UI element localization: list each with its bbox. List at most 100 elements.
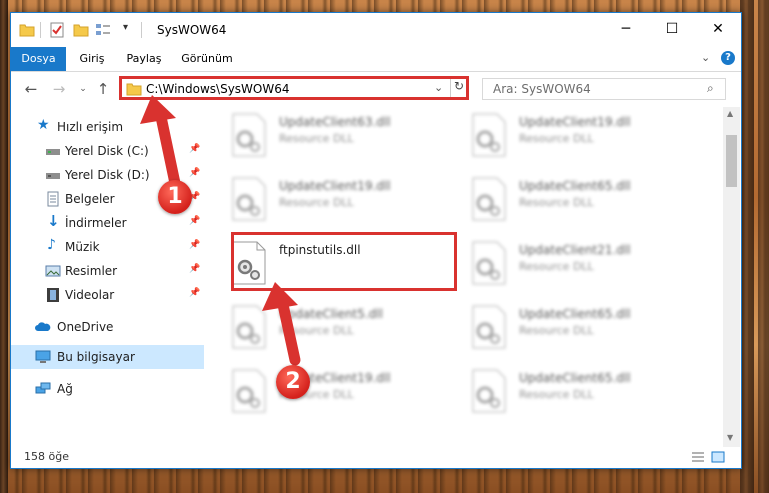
sidebar-item-label: Videolar [65,288,115,302]
tab-file[interactable]: Dosya [11,47,66,71]
sidebar-item-onedrive[interactable]: OneDrive [11,315,204,339]
sidebar-item-label: Ağ [57,382,73,396]
cloud-icon [35,322,51,331]
file-type: Resource DLL [519,132,594,145]
recent-locations-icon[interactable]: ⌄ [73,80,93,98]
step-badge-1: 1 [158,180,192,214]
file-type: Resource DLL [279,324,354,337]
sidebar-item-quick-access[interactable]: ★ Hızlı erişim [11,115,204,139]
pin-icon: 📌 [189,264,201,274]
sidebar-item-network[interactable]: Ağ [11,377,204,401]
file-name: UpdateClient65.dll [519,371,631,385]
download-icon: ↓ [47,212,60,230]
address-bar[interactable]: C:\Windows\SysWOW64 ⌄ ↻ [119,76,469,100]
file-item[interactable]: UpdateClient21.dll Resource DLL [451,235,681,293]
pictures-icon [45,265,61,277]
file-name: UpdateClient19.dll [279,179,391,193]
dll-file-icon [472,241,506,285]
file-name: UpdateClient19.dll [519,115,631,129]
tab-view[interactable]: Görünüm [177,47,237,71]
file-type: Resource DLL [519,324,594,337]
star-icon: ★ [37,117,50,133]
ribbon-expand-icon[interactable]: ⌄ [701,51,710,64]
file-item[interactable]: UpdateClient19.dll Resource DLL [451,107,681,165]
large-icons-view-icon[interactable] [711,451,725,463]
tab-share[interactable]: Paylaş [119,47,169,71]
drive-icon [46,149,60,155]
dll-file-icon [472,177,506,221]
file-name: UpdateClient5.dll [279,307,383,321]
scrollbar-thumb[interactable] [726,135,737,187]
details-view-icon[interactable] [691,451,705,463]
sidebar-item-label: Bu bilgisayar [57,350,135,364]
sidebar-item-pictures[interactable]: Resimler 📌 [11,259,204,283]
pin-icon: 📌 [189,240,201,250]
dll-file-icon [232,113,266,157]
item-count: 158 öğe [24,450,69,463]
view-options-icon[interactable] [95,22,111,38]
new-folder-icon[interactable] [73,22,89,38]
close-button[interactable]: ✕ [695,13,741,45]
file-type: Resource DLL [519,388,594,401]
network-icon [35,382,51,394]
file-item[interactable]: UpdateClient65.dll Resource DLL [451,171,681,229]
address-dropdown-icon[interactable]: ⌄ [434,81,443,94]
folder-icon[interactable] [19,22,35,38]
sidebar-item-label: Belgeler [65,192,115,206]
sidebar-item-this-pc[interactable]: Bu bilgisayar [11,345,204,369]
file-item[interactable]: UpdateClient5.dll Resource DLL [211,299,441,357]
file-item[interactable]: UpdateClient65.dll Resource DLL [451,363,681,421]
dll-file-icon [232,305,266,349]
help-icon[interactable]: ? [721,51,735,65]
file-type: Resource DLL [519,196,594,209]
sidebar-item-downloads[interactable]: ↓ İndirmeler 📌 [11,211,204,235]
vertical-scrollbar[interactable]: ▲ ▼ [723,107,740,447]
back-button[interactable]: ← [21,80,41,98]
title-bar: ▾ SysWOW64 ─ ☐ ✕ [11,13,741,47]
file-name: UpdateClient65.dll [519,179,631,193]
documents-icon [47,191,59,207]
sidebar-item-label: Yerel Disk (C:) [65,144,149,158]
sidebar-item-disk-c[interactable]: Yerel Disk (C:) 📌 [11,139,204,163]
tab-home[interactable]: Giriş [71,47,113,71]
scroll-up-icon[interactable]: ▲ [727,109,733,118]
dll-file-icon [232,369,266,413]
file-item[interactable]: UpdateClient19.dll Resource DLL [211,171,441,229]
up-button[interactable]: ↑ [93,80,113,98]
dll-file-icon [472,113,506,157]
file-name: UpdateClient63.dll [279,115,391,129]
file-item[interactable]: UpdateClient65.dll Resource DLL [451,299,681,357]
file-item[interactable]: UpdateClient63.dll Resource DLL [211,107,441,165]
pin-icon: 📌 [189,168,201,178]
file-item[interactable]: UpdateClient19.dll Resource DLL [211,363,441,421]
forward-button[interactable]: → [49,80,69,98]
videos-icon [47,288,59,302]
maximize-button[interactable]: ☐ [649,13,695,45]
dll-file-icon [472,305,506,349]
properties-icon[interactable] [49,22,65,38]
dll-file-icon [472,369,506,413]
file-type: Resource DLL [279,196,354,209]
search-input[interactable]: Ara: SysWOW64 ⌕ [482,78,726,100]
scroll-down-icon[interactable]: ▼ [727,433,733,442]
pin-icon: 📌 [189,144,201,154]
refresh-icon[interactable]: ↻ [450,79,467,97]
sidebar-item-videos[interactable]: Videolar 📌 [11,283,204,307]
sidebar-item-music[interactable]: ♪ Müzik 📌 [11,235,204,259]
computer-icon [35,350,51,363]
pin-icon: 📌 [189,216,201,226]
minimize-button[interactable]: ─ [603,13,649,45]
folder-icon [126,83,142,96]
separator [40,22,41,38]
file-name: UpdateClient21.dll [519,243,631,257]
navigation-pane: ★ Hızlı erişim Yerel Disk (C:) 📌 Yerel D… [11,107,204,447]
separator [141,22,142,38]
sidebar-item-label: Hızlı erişim [57,120,124,134]
ribbon-tabs: Dosya Giriş Paylaş Görünüm ⌄ ? [11,47,741,72]
step-badge-2: 2 [276,365,310,399]
drive-icon [46,173,60,179]
search-placeholder: Ara: SysWOW64 [493,82,591,96]
navigation-bar: ← → ⌄ ↑ C:\Windows\SysWOW64 ⌄ ↻ Ara: Sys… [11,72,741,106]
quick-access-dropdown-icon[interactable]: ▾ [123,22,128,33]
pin-icon: 📌 [189,288,201,298]
